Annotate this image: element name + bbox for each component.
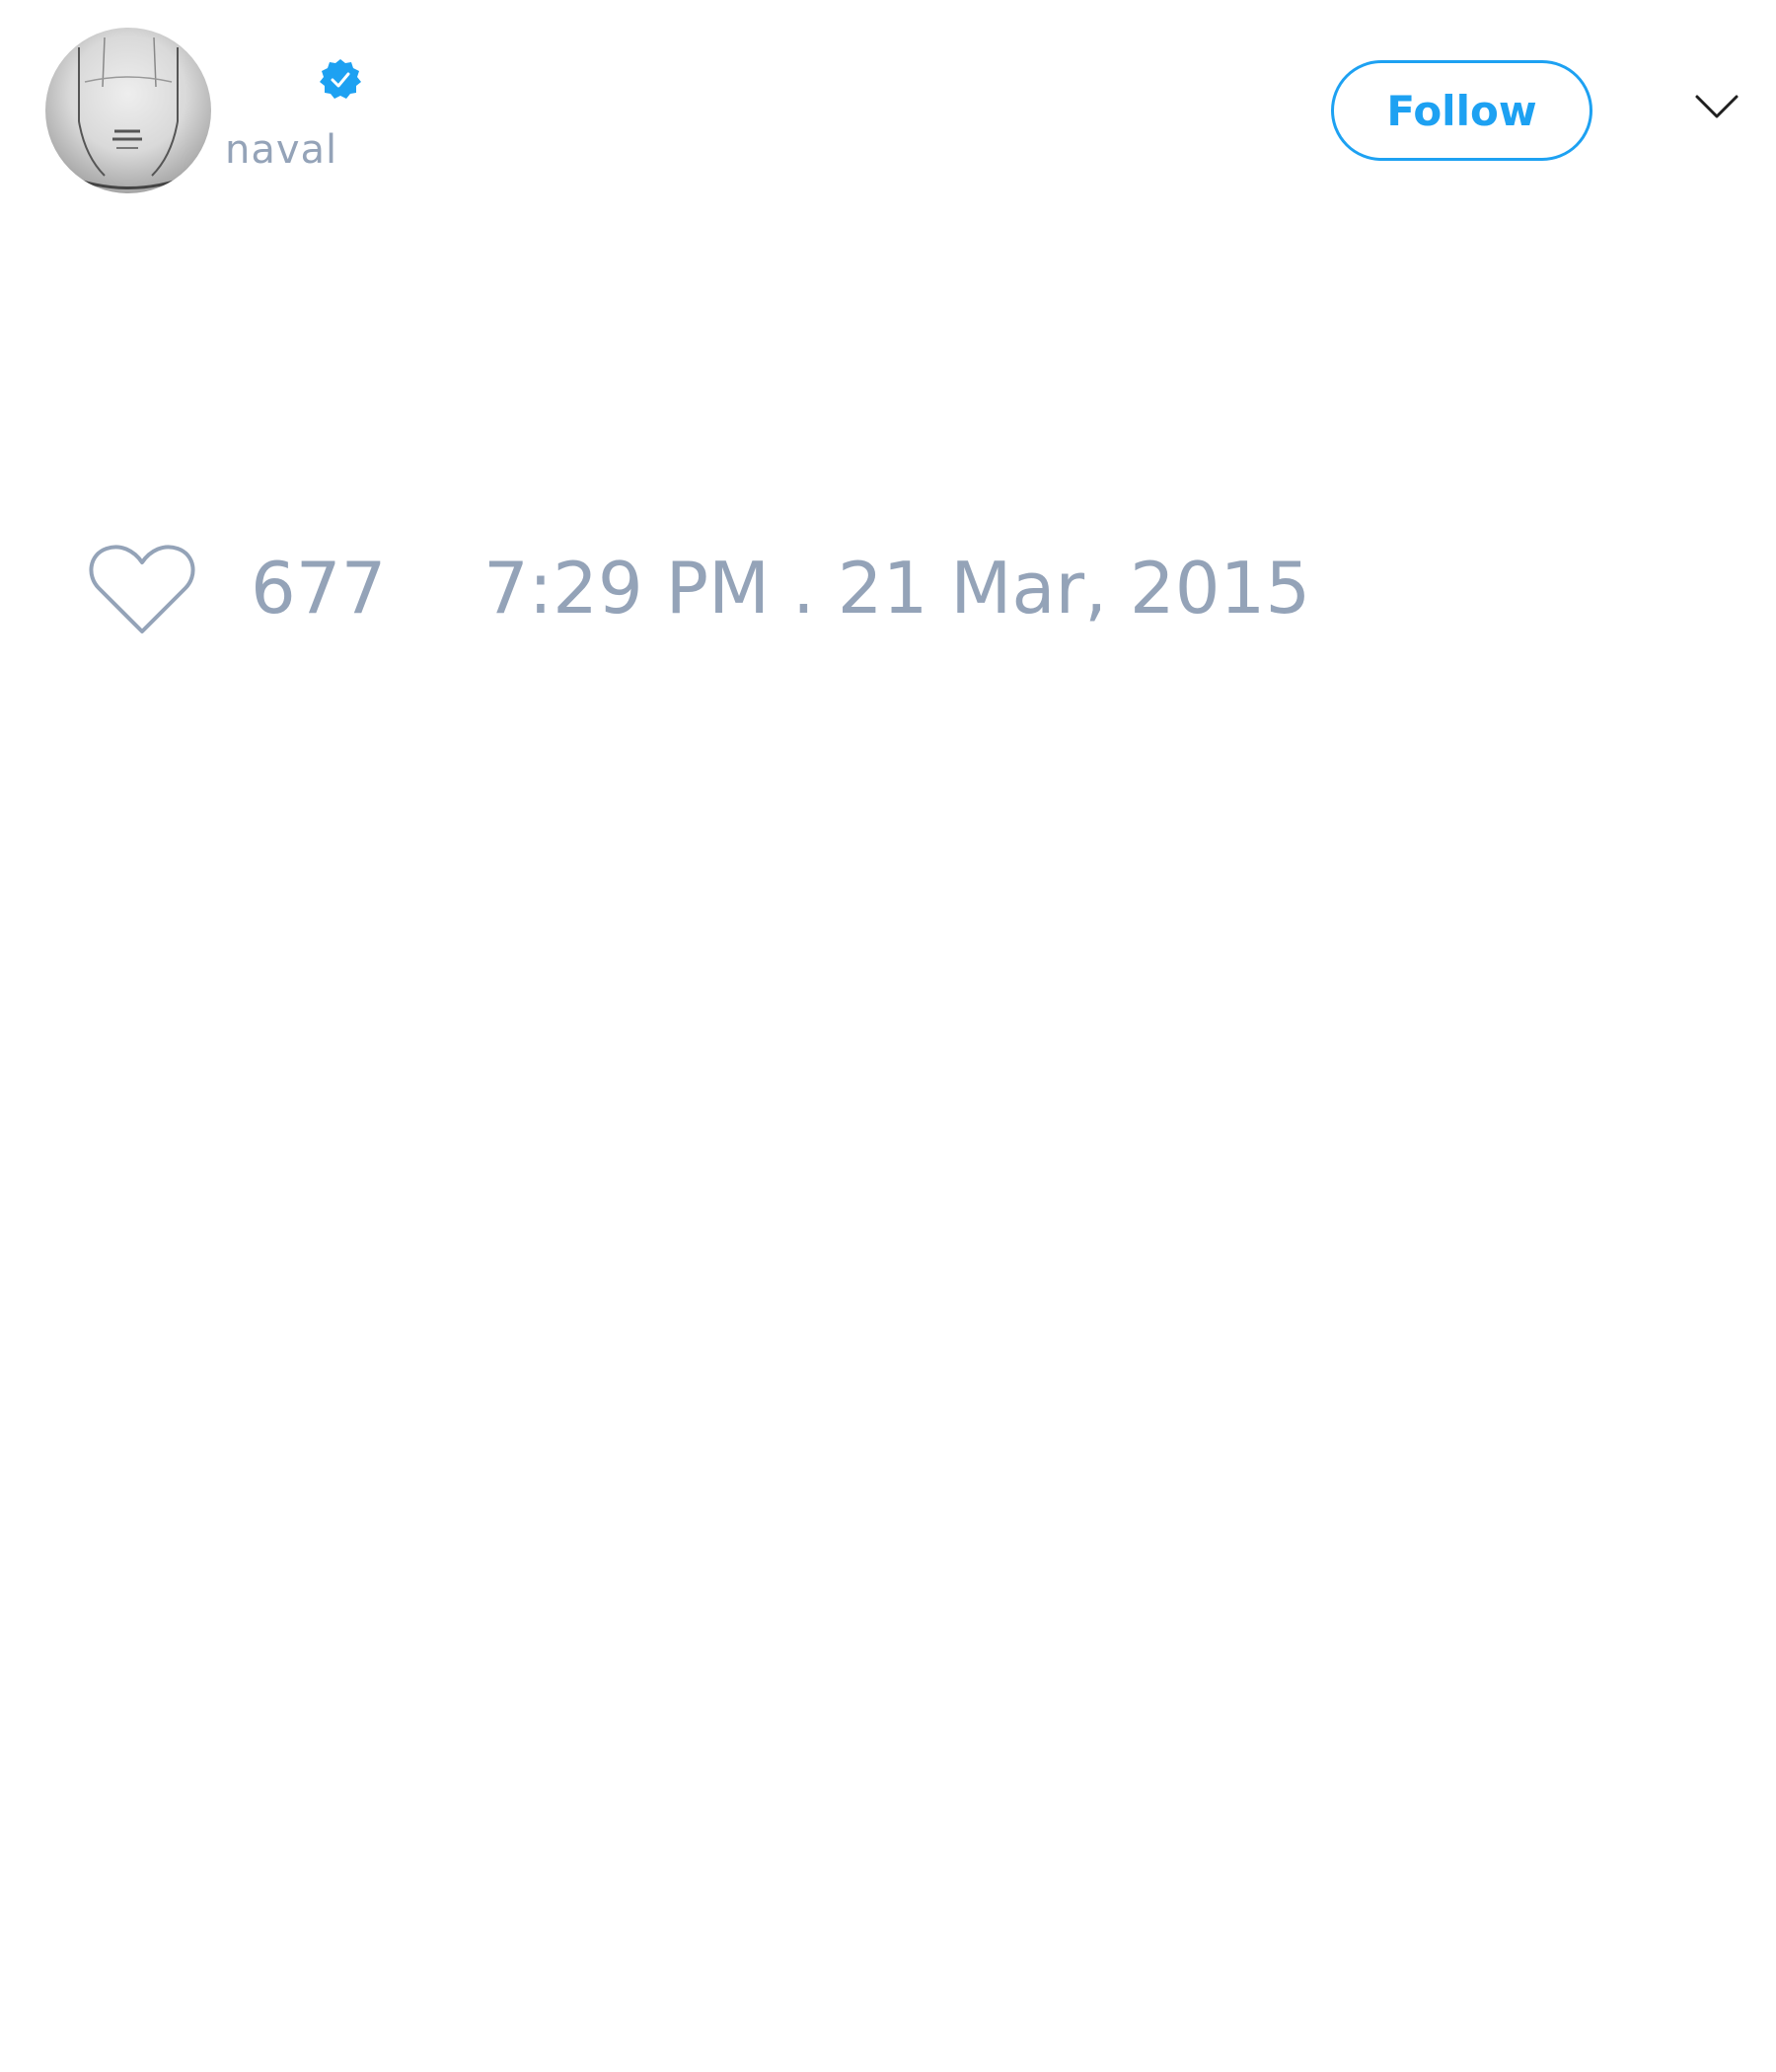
tweet-timestamp[interactable]: 7:29 PM . 21 Mar, 2015	[483, 547, 1310, 629]
avatar[interactable]	[45, 28, 211, 193]
chevron-down-icon[interactable]	[1693, 91, 1740, 124]
like-count: 677	[251, 547, 387, 629]
verified-badge-icon	[318, 57, 363, 103]
avatar-sketch-image	[64, 37, 192, 189]
heart-outline-icon[interactable]	[89, 541, 195, 635]
follow-button[interactable]: Follow	[1331, 60, 1592, 161]
author-handle[interactable]: naval	[225, 126, 337, 174]
